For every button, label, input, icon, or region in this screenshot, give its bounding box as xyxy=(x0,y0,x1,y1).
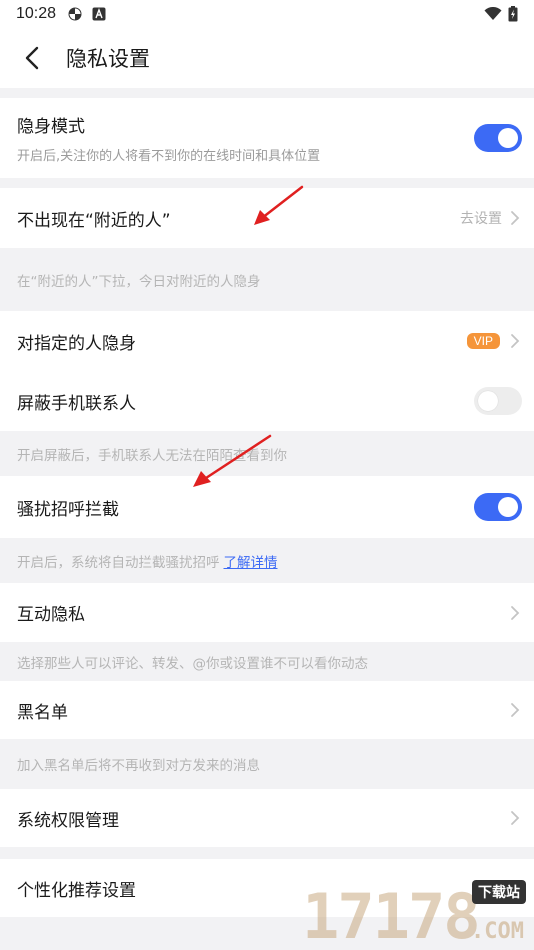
hide-from-specified-label: 对指定的人隐身 xyxy=(17,333,136,354)
stealth-mode-toggle[interactable] xyxy=(474,124,522,152)
harass-block-row: 骚扰招呼拦截 xyxy=(0,476,534,538)
harass-block-label: 骚扰招呼拦截 xyxy=(17,499,119,520)
battery-charging-icon xyxy=(508,6,518,22)
blacklist-label: 黑名单 xyxy=(17,702,68,723)
system-permissions-row[interactable]: 系统权限管理 xyxy=(0,789,534,847)
interaction-privacy-note: 选择那些人可以评论、转发、@你或设置谁不可以看你动态 xyxy=(17,655,368,672)
chevron-right-icon xyxy=(511,811,520,825)
hide-nearby-note: 在“附近的人”下拉，今日对附近的人隐身 xyxy=(17,273,261,290)
chevron-right-icon xyxy=(511,211,520,225)
watermark-logo: 17178 下载站 .COM xyxy=(302,880,526,950)
pinwheel-icon xyxy=(68,7,82,21)
wifi-icon xyxy=(484,7,502,20)
block-contacts-toggle[interactable] xyxy=(474,387,522,415)
chevron-right-icon xyxy=(511,703,520,717)
go-setting-hint: 去设置 xyxy=(460,211,502,227)
learn-more-link[interactable]: 了解详情 xyxy=(224,551,278,571)
blacklist-note: 加入黑名单后将不再收到对方发来的消息 xyxy=(17,758,260,774)
status-time: 10:28 xyxy=(16,5,57,22)
page-title: 隐私设置 xyxy=(66,47,150,71)
chevron-left-icon xyxy=(25,46,39,70)
system-permissions-label: 系统权限管理 xyxy=(17,810,119,831)
font-a-icon xyxy=(92,7,106,21)
block-contacts-label: 屏蔽手机联系人 xyxy=(17,393,136,414)
hide-nearby-label: 不出现在“附近的人” xyxy=(17,210,171,231)
personalized-recommend-label: 个性化推荐设置 xyxy=(17,880,136,901)
harass-block-toggle[interactable] xyxy=(474,493,522,521)
interaction-privacy-row[interactable]: 互动隐私 xyxy=(0,583,534,642)
status-bar: 10:28 xyxy=(0,0,534,28)
stealth-mode-label: 隐身模式 xyxy=(17,117,85,137)
chevron-right-icon xyxy=(511,334,520,348)
back-button[interactable] xyxy=(18,44,46,72)
nav-bar: 隐私设置 xyxy=(0,28,534,88)
blacklist-row[interactable]: 黑名单 xyxy=(0,681,534,739)
stealth-mode-row: 隐身模式 开启后,关注你的人将看不到你的在线时间和具体位置 xyxy=(0,98,534,178)
hide-nearby-row[interactable]: 不出现在“附近的人” 去设置 xyxy=(0,188,534,248)
block-contacts-note: 开启屏蔽后，手机联系人无法在陌陌查看到你 xyxy=(17,447,287,464)
chevron-right-icon xyxy=(511,605,520,620)
block-contacts-row: 屏蔽手机联系人 xyxy=(0,371,534,431)
stealth-mode-desc: 开启后,关注你的人将看不到你的在线时间和具体位置 xyxy=(17,149,321,164)
interaction-privacy-label: 互动隐私 xyxy=(17,605,85,625)
hide-from-specified-row[interactable]: 对指定的人隐身 VIP xyxy=(0,311,534,371)
harass-block-note: 开启后，系统将自动拦截骚扰招呼 了解详情 xyxy=(0,538,534,583)
vip-badge: VIP xyxy=(466,333,500,349)
